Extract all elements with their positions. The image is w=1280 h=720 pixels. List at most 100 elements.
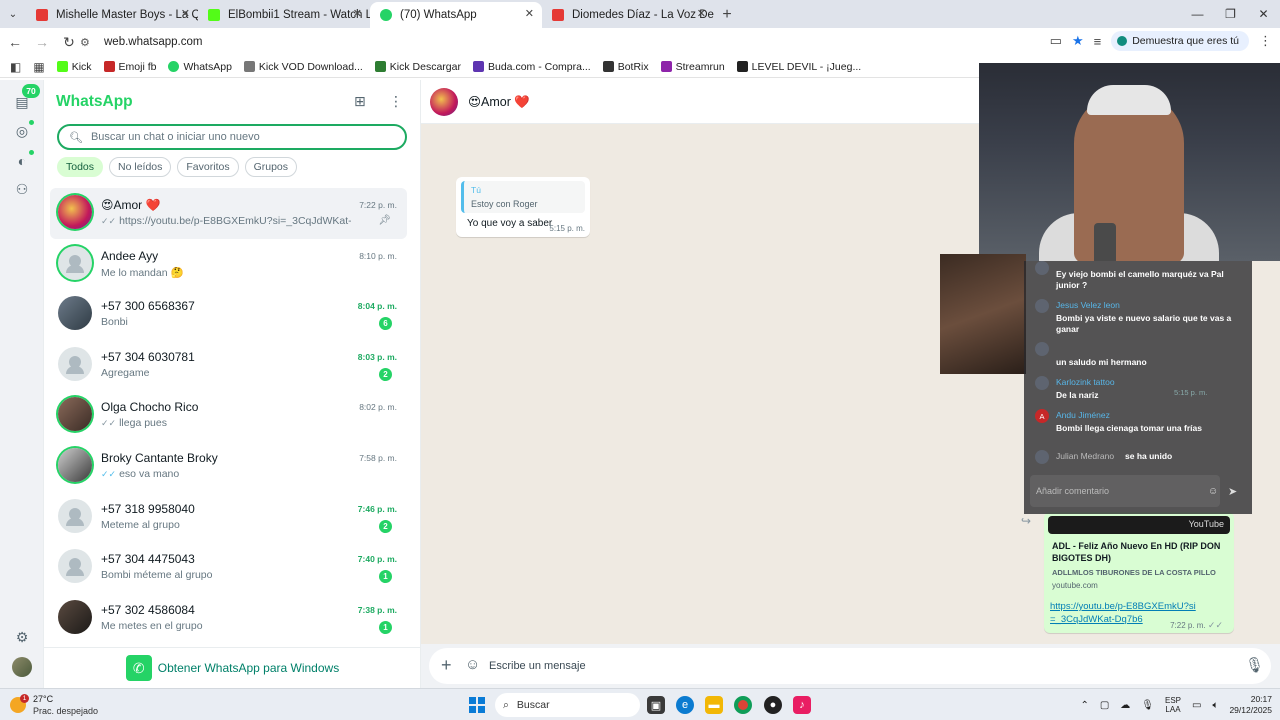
new-tab-button[interactable]: + (714, 2, 740, 28)
bookmark-botrix[interactable]: BotRix (599, 61, 653, 73)
clock[interactable]: 20:17 29/12/2025 (1229, 694, 1272, 716)
lang-top: ESP (1164, 696, 1181, 705)
bookmark-whatsapp[interactable]: WhatsApp (164, 61, 235, 73)
tab-title: Mishelle Master Boys - La Quer (56, 9, 198, 21)
apps-grid-icon[interactable]: ▦ (29, 60, 48, 74)
chat-row-3024586084[interactable]: +57 302 4586084 Me metes en el grupo 7:3… (50, 593, 407, 644)
chat-search-box[interactable]: 🔍︎ (57, 124, 407, 150)
minimize-icon[interactable]: — (1181, 0, 1214, 28)
link-preview-thumbnail[interactable]: YouTube (1048, 516, 1230, 534)
install-app-icon[interactable]: ▭ (1050, 33, 1062, 49)
settings-gear-icon[interactable]: ⚙ (12, 627, 32, 647)
chat-filters: Todos No leídos Favoritos Grupos (57, 157, 298, 177)
bookmark-kick-vod[interactable]: Kick VOD Download... (240, 61, 367, 73)
tiktok-icon[interactable]: ♪ (793, 696, 811, 714)
browser-tab-0[interactable]: Mishelle Master Boys - La Quer ✕ (26, 2, 198, 28)
menu-dots-icon[interactable]: ⋮ (389, 93, 403, 110)
close-tab-icon[interactable]: ✕ (525, 7, 534, 20)
search-input[interactable] (90, 131, 391, 143)
microphone-icon[interactable]: 🎙︎ (1141, 700, 1154, 711)
filter-favorites[interactable]: Favoritos (177, 157, 239, 177)
address-bar[interactable]: ⚙ web.whatsapp.com (80, 31, 1050, 53)
contact-avatar (58, 245, 92, 280)
filter-unread[interactable]: No leídos (109, 157, 172, 177)
new-chat-icon[interactable]: ⊞ (354, 93, 366, 110)
outgoing-link-message[interactable]: YouTube ADL - Feliz Año Nuevo En HD (RIP… (1044, 512, 1234, 633)
bookmark-kick-descargar[interactable]: Kick Descargar (371, 61, 465, 73)
contact-avatar (58, 346, 92, 381)
search-icon: ⌕ (503, 698, 509, 711)
reload-icon[interactable]: ↻ (57, 30, 81, 54)
site-info-icon[interactable]: ⚙ (80, 36, 94, 49)
chat-row-olga[interactable]: Olga Chocho Rico ✓✓ llega pues 8:02 p. m. (50, 390, 407, 441)
search-icon: 🔍︎ (69, 131, 83, 144)
bookmark-emoji-fb[interactable]: Emoji fb (100, 61, 161, 73)
chat-row-3044475043[interactable]: +57 304 4475043 Bombi méteme al grupo 7:… (50, 542, 407, 593)
close-tab-icon[interactable]: ✕ (353, 7, 362, 20)
network-icon[interactable]: ▭ (1192, 700, 1201, 711)
browser-menu-icon[interactable]: ⋮ (1259, 33, 1272, 49)
contact-avatar (58, 549, 92, 584)
chat-row-amor[interactable]: 😍Amor ❤️ ✓✓ https://youtu.be/p-E8BGXEmkU?… (50, 188, 407, 239)
stream-chat-send-icon[interactable]: ➤ (1228, 485, 1237, 498)
tray-chevron-icon[interactable]: ⌃ (1080, 700, 1088, 711)
browser-tab-3[interactable]: Diomedes Díaz - La Voz Del Pu ✕ (542, 2, 714, 28)
quoted-message[interactable]: Tú Estoy con Roger (461, 181, 585, 213)
browser-tab-2[interactable]: (70) WhatsApp ✕ (370, 2, 542, 28)
bookmark-level-devil[interactable]: LEVEL DEVIL - ¡Jueg... (733, 61, 866, 73)
webcam-person (1074, 93, 1184, 261)
file-explorer-icon[interactable]: ▬ (705, 696, 723, 714)
chat-row-3006568367[interactable]: +57 300 6568367 Bonbi 8:04 p. m. 6 (50, 289, 407, 340)
sticker-emoji-icon[interactable]: ☺ (465, 656, 480, 673)
volume-icon[interactable]: 🔈︎ (1212, 700, 1218, 711)
back-arrow-icon[interactable]: ← (3, 30, 27, 54)
close-window-icon[interactable]: ✕ (1247, 0, 1280, 28)
stream-chat-emoji-icon[interactable]: ☺ (1208, 486, 1218, 497)
contact-avatar (58, 599, 92, 634)
taskbar-search[interactable]: ⌕ Buscar (495, 693, 640, 717)
bookmark-favicon-icon (473, 61, 484, 72)
browser-tab-1[interactable]: ElBombii1 Stream - Watch Live ✕ (198, 2, 370, 28)
close-tab-icon[interactable]: ✕ (697, 7, 706, 20)
profile-avatar[interactable] (12, 657, 32, 677)
message-input[interactable] (489, 656, 1189, 676)
chat-row-3189958040[interactable]: +57 318 9958040 Meteme al grupo 7:46 p. … (50, 492, 407, 543)
chat-row-andee[interactable]: Andee Ayy Me lo mandan 🤔 8:10 p. m. (50, 239, 407, 290)
reading-list-icon[interactable]: ≡ (1094, 34, 1102, 49)
filter-all[interactable]: Todos (57, 157, 104, 177)
task-view-icon[interactable]: ▣ (647, 696, 665, 714)
pin-icon: 📌︎ (378, 215, 391, 226)
edge-icon[interactable]: e (676, 696, 694, 714)
default-avatar-icon (66, 558, 84, 577)
bookmark-streamrun[interactable]: Streamrun (657, 61, 729, 73)
chat-row-3046030781[interactable]: +57 304 6030781 Agregame 8:03 p. m. 2 (50, 340, 407, 391)
filter-groups[interactable]: Grupos (244, 157, 298, 177)
language-indicator[interactable]: ESP LAA (1165, 696, 1181, 714)
conversation-avatar[interactable] (430, 88, 458, 116)
forward-icon[interactable]: ↪ (1021, 514, 1031, 528)
bookmark-star-icon[interactable]: ★ (1072, 33, 1084, 49)
communities-icon[interactable]: ⚇ (12, 179, 32, 199)
stream-chat-input[interactable]: Añadir comentario (1030, 475, 1220, 507)
verify-identity-button[interactable]: Demuestra que eres tú (1111, 31, 1249, 51)
tray-app-icon[interactable]: ▢ (1100, 700, 1109, 711)
stream-chat-user: Jesus Velez leon (1056, 300, 1120, 310)
chrome-icon[interactable] (734, 696, 752, 714)
unread-badge: 1 (379, 620, 392, 634)
incoming-message[interactable]: Tú Estoy con Roger Yo que voy a saber 5:… (456, 177, 590, 237)
start-button-icon[interactable] (469, 697, 485, 713)
attach-plus-icon[interactable]: + (441, 655, 452, 676)
stream-chat-text: un saludo mi hermano (1056, 357, 1147, 367)
microphone-icon[interactable]: 🎙︎ (1245, 656, 1264, 674)
chat-row-broky[interactable]: Broky Cantante Broky ✓✓ eso va mano 7:58 … (50, 441, 407, 492)
bookmark-kick[interactable]: Kick (53, 61, 96, 73)
bookmark-buda[interactable]: Buda.com - Compra... (469, 61, 595, 73)
obs-icon[interactable]: ● (764, 696, 782, 714)
get-windows-app-link[interactable]: ✆ Obtener WhatsApp para Windows (44, 647, 420, 688)
maximize-icon[interactable]: ❐ (1214, 0, 1247, 28)
close-tab-icon[interactable]: ✕ (181, 7, 190, 20)
forward-arrow-icon[interactable]: → (30, 30, 54, 54)
tab-search-icon[interactable]: ⌄ (0, 0, 26, 28)
cloud-icon[interactable]: ☁ (1120, 700, 1130, 711)
sidebar-toggle-icon[interactable]: ◧ (6, 60, 25, 74)
